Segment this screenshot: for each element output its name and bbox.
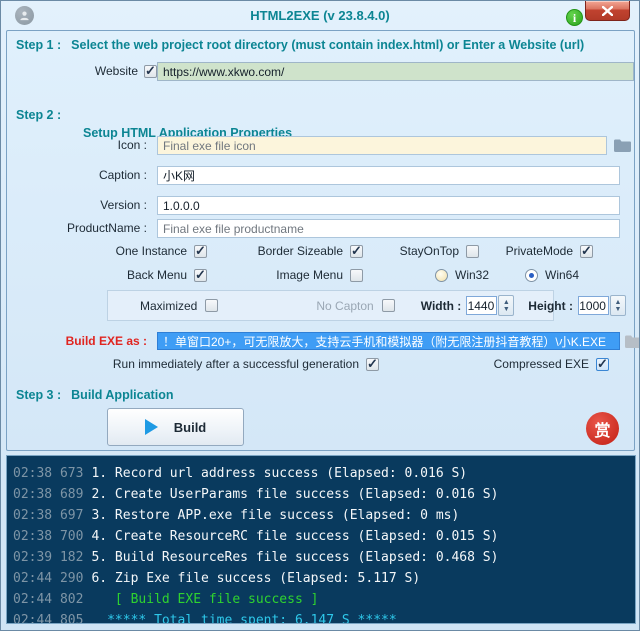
height-spinner: 1000 ▲▼ [578,295,626,316]
step3-text: Build Application [71,388,173,402]
compressed-option: Compressed EXE [437,357,609,371]
image-menu-label: Image Menu [276,268,343,282]
log-line: 02:38 6731. Record url address success (… [13,463,629,484]
maximized-label: Maximized [140,299,197,313]
width-value[interactable]: 1440 [466,296,497,315]
no-capton-checkbox[interactable] [382,299,395,312]
one-instance-label: One Instance [116,244,187,258]
version-label: Version : [7,196,147,215]
caption-input[interactable] [157,166,620,185]
build-button[interactable]: Build [107,408,244,446]
website-checkbox[interactable] [144,65,157,78]
log-line: 02:44 2906. Zip Exe file success (Elapse… [13,568,629,589]
icon-browse-folder-icon[interactable] [613,138,632,153]
border-sizeable-label: Border Sizeable [258,244,343,258]
win32-label: Win32 [455,268,489,282]
log-line: 02:38 7004. Create ResourceRC file succe… [13,526,629,547]
run-after-checkbox[interactable] [366,358,379,371]
private-mode-label: PrivateMode [506,244,573,258]
win32-radio[interactable] [435,269,448,282]
build-exe-input[interactable] [157,332,620,350]
win64-label: Win64 [545,268,579,282]
titlebar: HTML2EXE (v 23.8.4.0) i [1,1,639,30]
build-exe-label: Build EXE as : [7,332,147,351]
stay-on-top-option: StayOnTop [369,244,479,258]
back-menu-label: Back Menu [127,268,187,282]
run-after-label: Run immediately after a successful gener… [113,357,359,371]
one-instance-checkbox[interactable] [194,245,207,258]
width-label: Width : [421,299,462,313]
win64-option: Win64 [525,268,579,282]
info-icon[interactable]: i [566,9,583,26]
win32-option: Win32 [435,268,489,282]
window-size-panel: Maximized No Capton Width : 1440 ▲▼ Heig… [107,290,554,321]
one-instance-option: One Instance [67,244,207,258]
log-line: 02:39 1825. Build ResourceRes file succe… [13,547,629,568]
no-capton-label: No Capton [316,299,373,313]
reward-badge[interactable]: 赏 [586,412,619,445]
maximized-checkbox[interactable] [205,299,218,312]
window-title: HTML2EXE (v 23.8.4.0) [1,8,639,23]
productname-label: ProductName : [7,219,147,238]
height-spin-arrows-icon[interactable]: ▲▼ [610,295,626,316]
compressed-label: Compressed EXE [494,357,589,371]
back-menu-option: Back Menu [67,268,207,282]
border-sizeable-option: Border Sizeable [225,244,363,258]
run-after-option: Run immediately after a successful gener… [67,357,379,371]
step1-heading: Step 1 : Select the web project root dire… [16,38,584,52]
private-mode-checkbox[interactable] [580,245,593,258]
win64-radio[interactable] [525,269,538,282]
icon-input[interactable] [157,136,607,155]
step3-prefix: Step 3 : [16,388,61,402]
build-button-label: Build [174,420,207,435]
step1-text: Select the web project root directory (m… [71,38,584,52]
app-window: HTML2EXE (v 23.8.4.0) i Step 1 : Select t… [0,0,640,631]
build-exe-browse-folder-icon[interactable] [624,334,640,349]
main-panel: Step 1 : Select the web project root dire… [6,30,635,451]
icon-label: Icon : [7,136,147,155]
compressed-checkbox[interactable] [596,358,609,371]
step2-heading: Step 2 : [16,108,71,122]
step1-prefix: Step 1 : [16,38,61,52]
website-input[interactable] [157,62,634,81]
play-icon [145,419,158,435]
step2-prefix: Step 2 : [16,108,61,122]
height-value[interactable]: 1000 [578,296,609,315]
width-spin-arrows-icon[interactable]: ▲▼ [498,295,514,316]
caption-label: Caption : [7,166,147,185]
height-label: Height : [528,299,573,313]
stay-on-top-checkbox[interactable] [466,245,479,258]
image-menu-option: Image Menu [225,268,363,282]
log-line-total: 02:44 805 ***** Total time spent: 6.147 … [13,610,629,624]
close-icon[interactable] [585,1,630,21]
border-sizeable-checkbox[interactable] [350,245,363,258]
log-line: 02:38 6973. Restore APP.exe file success… [13,505,629,526]
back-menu-checkbox[interactable] [194,269,207,282]
build-log: 02:38 6731. Record url address success (… [6,455,636,624]
productname-input[interactable] [157,219,620,238]
log-line: 02:38 6892. Create UserParams file succe… [13,484,629,505]
version-input[interactable] [157,196,620,215]
width-spinner: 1440 ▲▼ [466,295,514,316]
step3-heading: Step 3 : Build Application [16,388,173,402]
log-line-success: 02:44 802 [ Build EXE file success ] [13,589,629,610]
website-label: Website [7,62,138,81]
image-menu-checkbox[interactable] [350,269,363,282]
private-mode-option: PrivateMode [483,244,593,258]
stay-on-top-label: StayOnTop [400,244,459,258]
